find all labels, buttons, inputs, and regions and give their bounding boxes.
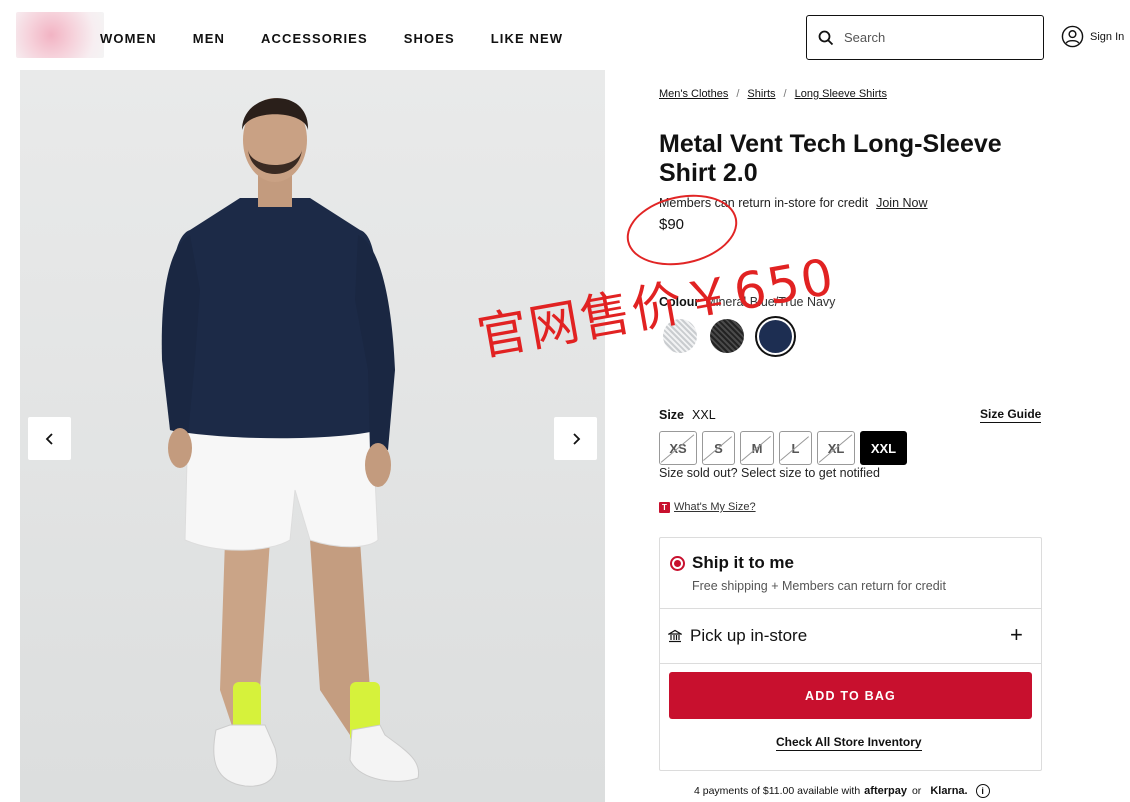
size-guide-link[interactable]: Size Guide [980,407,1042,423]
pickup-option[interactable]: Pick up in-store + [660,609,1041,664]
size-option-l[interactable]: L [779,431,812,465]
size-selected: XXL [692,408,716,422]
payments-text: 4 payments of $11.00 available with [694,785,861,797]
size-option-xxl[interactable]: XXL [860,431,907,465]
user-icon [1061,25,1084,48]
search-box[interactable] [806,15,1044,60]
search-icon [818,30,834,45]
main-nav: WOMEN MEN ACCESSORIES SHOES LIKE NEW [100,31,599,46]
brand-logo[interactable] [16,12,104,58]
breadcrumb-separator: / [783,88,787,100]
sign-in-link[interactable]: Sign In [1061,25,1124,48]
pickup-title: Pick up in-store [690,626,808,645]
size-label-row: Size XXL [659,408,716,422]
delivery-options-panel: Ship it to me Free shipping + Members ca… [659,537,1042,771]
ship-radio-selected[interactable] [670,556,685,571]
chevron-right-icon [572,432,580,445]
product-photo [20,70,605,802]
klarna-logo: Klarna. [930,785,968,797]
search-input[interactable] [844,30,1024,45]
store-icon [668,629,682,643]
payment-options-note: 4 payments of $11.00 available with afte… [694,784,990,798]
product-image-carousel [20,70,605,802]
product-title: Metal Vent Tech Long-Sleeve Shirt 2.0 [659,130,1002,187]
nav-men[interactable]: MEN [193,31,225,46]
info-icon[interactable]: i [975,784,990,798]
whats-my-size-link[interactable]: What's My Size? [674,501,756,513]
nav-women[interactable]: WOMEN [100,31,157,46]
payments-or: or [911,785,922,797]
prev-image-button[interactable] [28,417,71,460]
add-to-bag-button[interactable]: ADD TO BAG [669,672,1032,719]
next-image-button[interactable] [554,417,597,460]
ship-it-option[interactable]: Ship it to me Free shipping + Members ca… [660,538,1041,609]
size-sold-out-note: Size sold out? Select size to get notifi… [659,466,880,480]
breadcrumb-mens-clothes[interactable]: Men's Clothes [659,88,728,100]
breadcrumb: Men's Clothes / Shirts / Long Sleeve Shi… [659,88,887,100]
ship-title: Ship it to me [692,553,794,572]
check-store-inventory-link[interactable]: Check All Store Inventory [776,735,922,751]
size-option-s[interactable]: S [702,431,735,465]
size-option-xs[interactable]: XS [659,431,697,465]
colour-swatch-navy[interactable] [759,320,792,353]
sign-in-label: Sign In [1090,30,1125,43]
nav-shoes[interactable]: SHOES [404,31,455,46]
afterpay-logo: afterpay [864,785,907,797]
breadcrumb-separator: / [736,88,740,100]
join-now-link[interactable]: Join Now [876,196,927,210]
size-option-xl[interactable]: XL [817,431,855,465]
size-label: Size [659,408,685,422]
whats-my-size-row: T What's My Size? [659,501,756,513]
ship-subtitle: Free shipping + Members can return for c… [692,579,946,593]
size-options: XS S M L XL XXL [659,431,912,465]
nav-like-new[interactable]: LIKE NEW [491,31,563,46]
true-fit-badge-icon: T [659,501,670,513]
site-header: WOMEN MEN ACCESSORIES SHOES LIKE NEW Sig… [0,0,1130,70]
chevron-left-icon [45,432,53,445]
breadcrumb-shirts[interactable]: Shirts [747,88,775,100]
size-option-m[interactable]: M [740,431,774,465]
breadcrumb-long-sleeve-shirts[interactable]: Long Sleeve Shirts [795,88,887,100]
nav-accessories[interactable]: ACCESSORIES [261,31,368,46]
expand-plus-icon[interactable]: + [1010,622,1023,648]
